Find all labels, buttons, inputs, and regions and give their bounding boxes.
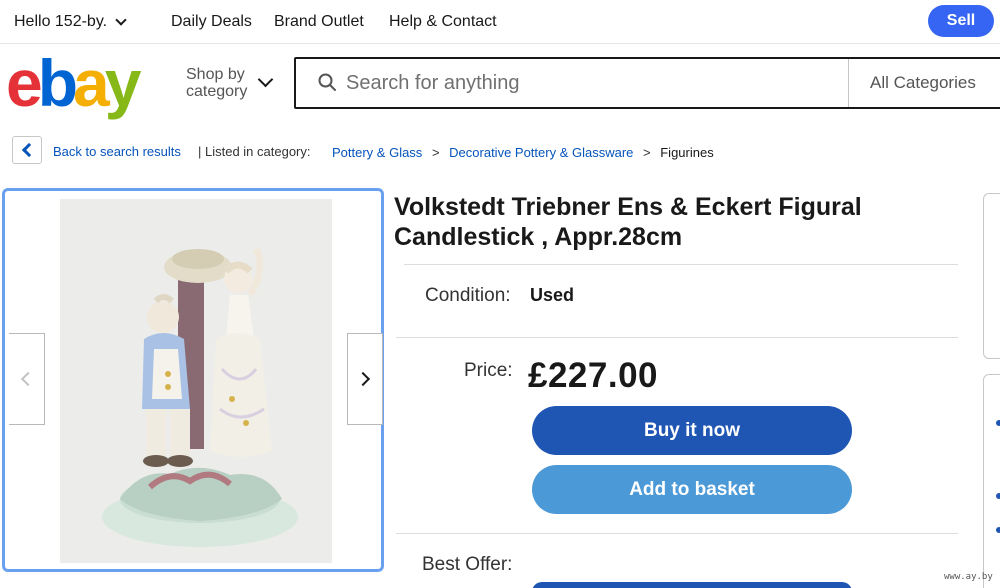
breadcrumb-figurines[interactable]: Figurines xyxy=(660,145,713,160)
image-gallery xyxy=(2,188,384,572)
breadcrumb-separator: > xyxy=(431,145,440,160)
product-image[interactable] xyxy=(60,199,332,563)
buy-it-now-button[interactable]: Buy it now xyxy=(532,406,852,455)
search-input[interactable] xyxy=(346,67,826,99)
price-value: £227.00 xyxy=(528,356,659,395)
divider xyxy=(404,264,958,265)
help-contact-link[interactable]: Help & Contact xyxy=(389,13,497,31)
top-bar: Hello 152-by. Daily Deals Brand Outlet H… xyxy=(0,0,1000,44)
back-to-results-link[interactable]: Back to search results xyxy=(53,144,181,159)
user-greeting[interactable]: Hello 152-by. xyxy=(14,13,127,31)
breadcrumb-decorative-pottery[interactable]: Decorative Pottery & Glassware xyxy=(449,145,633,160)
watermark: www.ay.by xyxy=(944,572,993,582)
figurine-photo xyxy=(60,199,332,563)
breadcrumb-pottery-glass[interactable]: Pottery & Glass xyxy=(332,145,422,160)
search-bar: All Categories xyxy=(294,57,1000,109)
breadcrumb: Pottery & Glass > Decorative Pottery & G… xyxy=(332,145,714,160)
ebay-logo[interactable]: ebay xyxy=(6,50,141,116)
seller-card xyxy=(983,193,1000,359)
shop-by-label: Shop by xyxy=(186,66,245,83)
brand-outlet-link[interactable]: Brand Outlet xyxy=(274,13,364,31)
divider xyxy=(396,337,958,338)
greeting-text: Hello 152-by. xyxy=(14,13,108,30)
best-offer-label: Best Offer: xyxy=(422,554,513,575)
chevron-down-icon[interactable] xyxy=(257,71,274,88)
chevron-down-icon xyxy=(115,14,127,26)
listed-in-category-label: | Listed in category: xyxy=(198,144,311,159)
category-select[interactable]: All Categories xyxy=(870,73,976,93)
make-offer-button[interactable] xyxy=(532,582,852,588)
shop-by-category-button[interactable]: Shop by category xyxy=(186,66,247,100)
item-title: Volkstedt Triebner Ens & Eckert Figural … xyxy=(394,193,862,251)
condition-label: Condition: xyxy=(425,285,511,306)
previous-image-button[interactable] xyxy=(9,333,45,425)
daily-deals-link[interactable]: Daily Deals xyxy=(171,13,252,31)
divider xyxy=(848,59,849,107)
search-icon xyxy=(318,73,336,91)
sell-button[interactable]: Sell xyxy=(928,5,994,37)
chevron-left-icon xyxy=(21,142,37,158)
back-button[interactable] xyxy=(12,136,42,164)
price-label: Price: xyxy=(464,360,513,381)
breadcrumb-separator: > xyxy=(643,145,651,160)
category-label: category xyxy=(186,83,248,100)
chevron-right-icon xyxy=(355,371,371,387)
divider xyxy=(396,533,958,534)
next-image-button[interactable] xyxy=(347,333,383,425)
shipping-card xyxy=(983,374,1000,588)
add-to-basket-button[interactable]: Add to basket xyxy=(532,465,852,514)
chevron-left-icon xyxy=(20,371,36,387)
condition-value: Used xyxy=(530,285,575,305)
